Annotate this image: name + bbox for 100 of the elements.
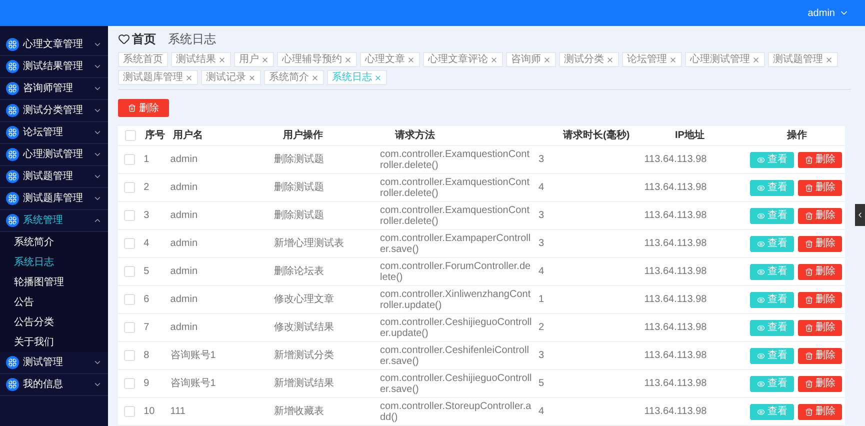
column-header: 请求时长(毫秒) (562, 128, 631, 143)
table-cell-text: com.controller.ExamquestionController.delete() (378, 148, 530, 170)
grid-icon (6, 38, 19, 51)
submenu-item[interactable]: 关于我们 (0, 332, 108, 352)
table-cell-text: 1 (142, 154, 150, 165)
row-checkbox[interactable] (124, 322, 135, 333)
page-tab[interactable]: 心理文章评论 (423, 52, 503, 67)
sidebar-item[interactable]: 测试题库管理 (0, 188, 108, 210)
sidebar-item[interactable]: 测试分类管理 (0, 100, 108, 122)
table-cell-text: 8 (142, 350, 150, 361)
delete-button[interactable]: 删除 (798, 180, 842, 196)
row-checkbox[interactable] (124, 154, 135, 165)
collapse-handle[interactable] (855, 204, 865, 226)
table-cell-text: 删除论坛表 (273, 266, 326, 277)
page-tab[interactable]: 系统简介 (264, 70, 324, 85)
sidebar-item[interactable]: 我的信息 (0, 374, 108, 396)
row-checkbox[interactable] (124, 266, 135, 277)
submenu-item[interactable]: 轮播图管理 (0, 272, 108, 292)
delete-button[interactable]: 删除 (798, 376, 842, 392)
close-icon[interactable] (490, 56, 498, 64)
delete-button[interactable]: 删除 (798, 292, 842, 308)
trash-icon (804, 380, 813, 388)
user-menu[interactable]: admin (808, 6, 849, 20)
table-cell-text: 5 (537, 378, 546, 389)
delete-button[interactable]: 删除 (798, 404, 842, 420)
page-tab[interactable]: 系统首页 (118, 52, 168, 67)
row-checkbox[interactable] (124, 182, 135, 193)
row-checkbox[interactable] (124, 294, 135, 305)
row-checkbox[interactable] (124, 238, 135, 249)
trash-icon (804, 184, 813, 192)
page-tab[interactable]: 咨询师 (506, 52, 556, 67)
page-tab[interactable]: 心理测试管理 (685, 52, 765, 67)
close-icon[interactable] (261, 56, 269, 64)
sidebar-item[interactable]: 论坛管理 (0, 122, 108, 144)
close-icon[interactable] (407, 56, 415, 64)
delete-button[interactable]: 删除 (798, 208, 842, 224)
row-checkbox[interactable] (124, 378, 135, 389)
table-cell-text: 修改测试结果 (273, 322, 336, 333)
eye-icon (756, 184, 765, 192)
delete-button[interactable]: 删除 (798, 320, 842, 336)
close-icon[interactable] (344, 56, 352, 64)
close-icon[interactable] (543, 56, 551, 64)
row-checkbox[interactable] (124, 210, 135, 221)
row-checkbox[interactable] (124, 406, 135, 417)
close-icon[interactable] (185, 74, 193, 82)
delete-button[interactable]: 删除 (798, 152, 842, 168)
delete-button[interactable]: 删除 (798, 348, 842, 364)
page-tab[interactable]: 系统日志 (327, 70, 387, 85)
page-tab[interactable]: 测试题库管理 (118, 70, 198, 85)
close-icon[interactable] (374, 74, 382, 82)
grid-icon (6, 214, 19, 227)
table-cell-text: 修改心理文章 (273, 294, 336, 305)
sidebar-item[interactable]: 测试题管理 (0, 166, 108, 188)
delete-button[interactable]: 删除 (798, 236, 842, 252)
delete-button[interactable]: 删除 (118, 99, 169, 117)
page-tab[interactable]: 测试结果 (171, 52, 231, 67)
breadcrumb-home[interactable]: 首页 (132, 30, 156, 48)
submenu-item[interactable]: 公告分类 (0, 312, 108, 332)
table-cell-text: admin (169, 322, 199, 333)
row-checkbox[interactable] (124, 130, 136, 141)
close-icon[interactable] (825, 56, 833, 64)
close-icon[interactable] (669, 56, 677, 64)
close-icon[interactable] (606, 56, 614, 64)
page-tab[interactable]: 心理文章 (360, 52, 420, 67)
sidebar-item[interactable]: 测试管理 (0, 352, 108, 374)
submenu-item[interactable]: 系统日志 (0, 252, 108, 272)
page-tab[interactable]: 用户 (234, 52, 274, 67)
close-icon[interactable] (311, 74, 319, 82)
grid-icon (6, 356, 19, 369)
table-cell-text: admin (169, 154, 199, 165)
table-cell-text: 113.64.113.98 (643, 294, 708, 305)
table-cell-text: 3 (537, 154, 546, 165)
eye-icon (756, 212, 765, 220)
chevron-icon (93, 358, 102, 367)
sidebar-item[interactable]: 心理文章管理 (0, 34, 108, 56)
page-tab[interactable]: 测试分类 (559, 52, 619, 67)
submenu-item[interactable]: 系统简介 (0, 232, 108, 252)
page-tab[interactable]: 测试记录 (201, 70, 261, 85)
table-cell-text: admin (169, 210, 199, 221)
grid-icon (6, 104, 19, 117)
sidebar-item[interactable]: 心理测试管理 (0, 144, 108, 166)
table-cell-text: com.controller.CeshifenleiController.save() (378, 344, 530, 366)
row-checkbox[interactable] (124, 350, 135, 361)
chevron-icon (93, 216, 102, 225)
close-icon[interactable] (752, 56, 760, 64)
sidebar-item[interactable]: 咨询师管理 (0, 78, 108, 100)
close-icon[interactable] (248, 74, 256, 82)
close-icon[interactable] (218, 56, 226, 64)
eye-icon (756, 324, 765, 332)
page-tab[interactable]: 测试题管理 (768, 52, 838, 67)
submenu-item[interactable]: 公告 (0, 292, 108, 312)
page-tab[interactable]: 心理辅导预约 (277, 52, 357, 67)
sidebar-item[interactable]: 测试结果管理 (0, 56, 108, 78)
table-cell-text: 5 (142, 266, 150, 277)
table-cell-text: 113.64.113.98 (643, 322, 708, 333)
page-tab[interactable]: 论坛管理 (622, 52, 682, 67)
table-cell-text: 9 (142, 378, 150, 389)
table-cell-text: com.controller.ExamquestionController.delete() (378, 176, 530, 198)
delete-button[interactable]: 删除 (798, 264, 842, 280)
table-cell-text: 3 (537, 210, 546, 221)
